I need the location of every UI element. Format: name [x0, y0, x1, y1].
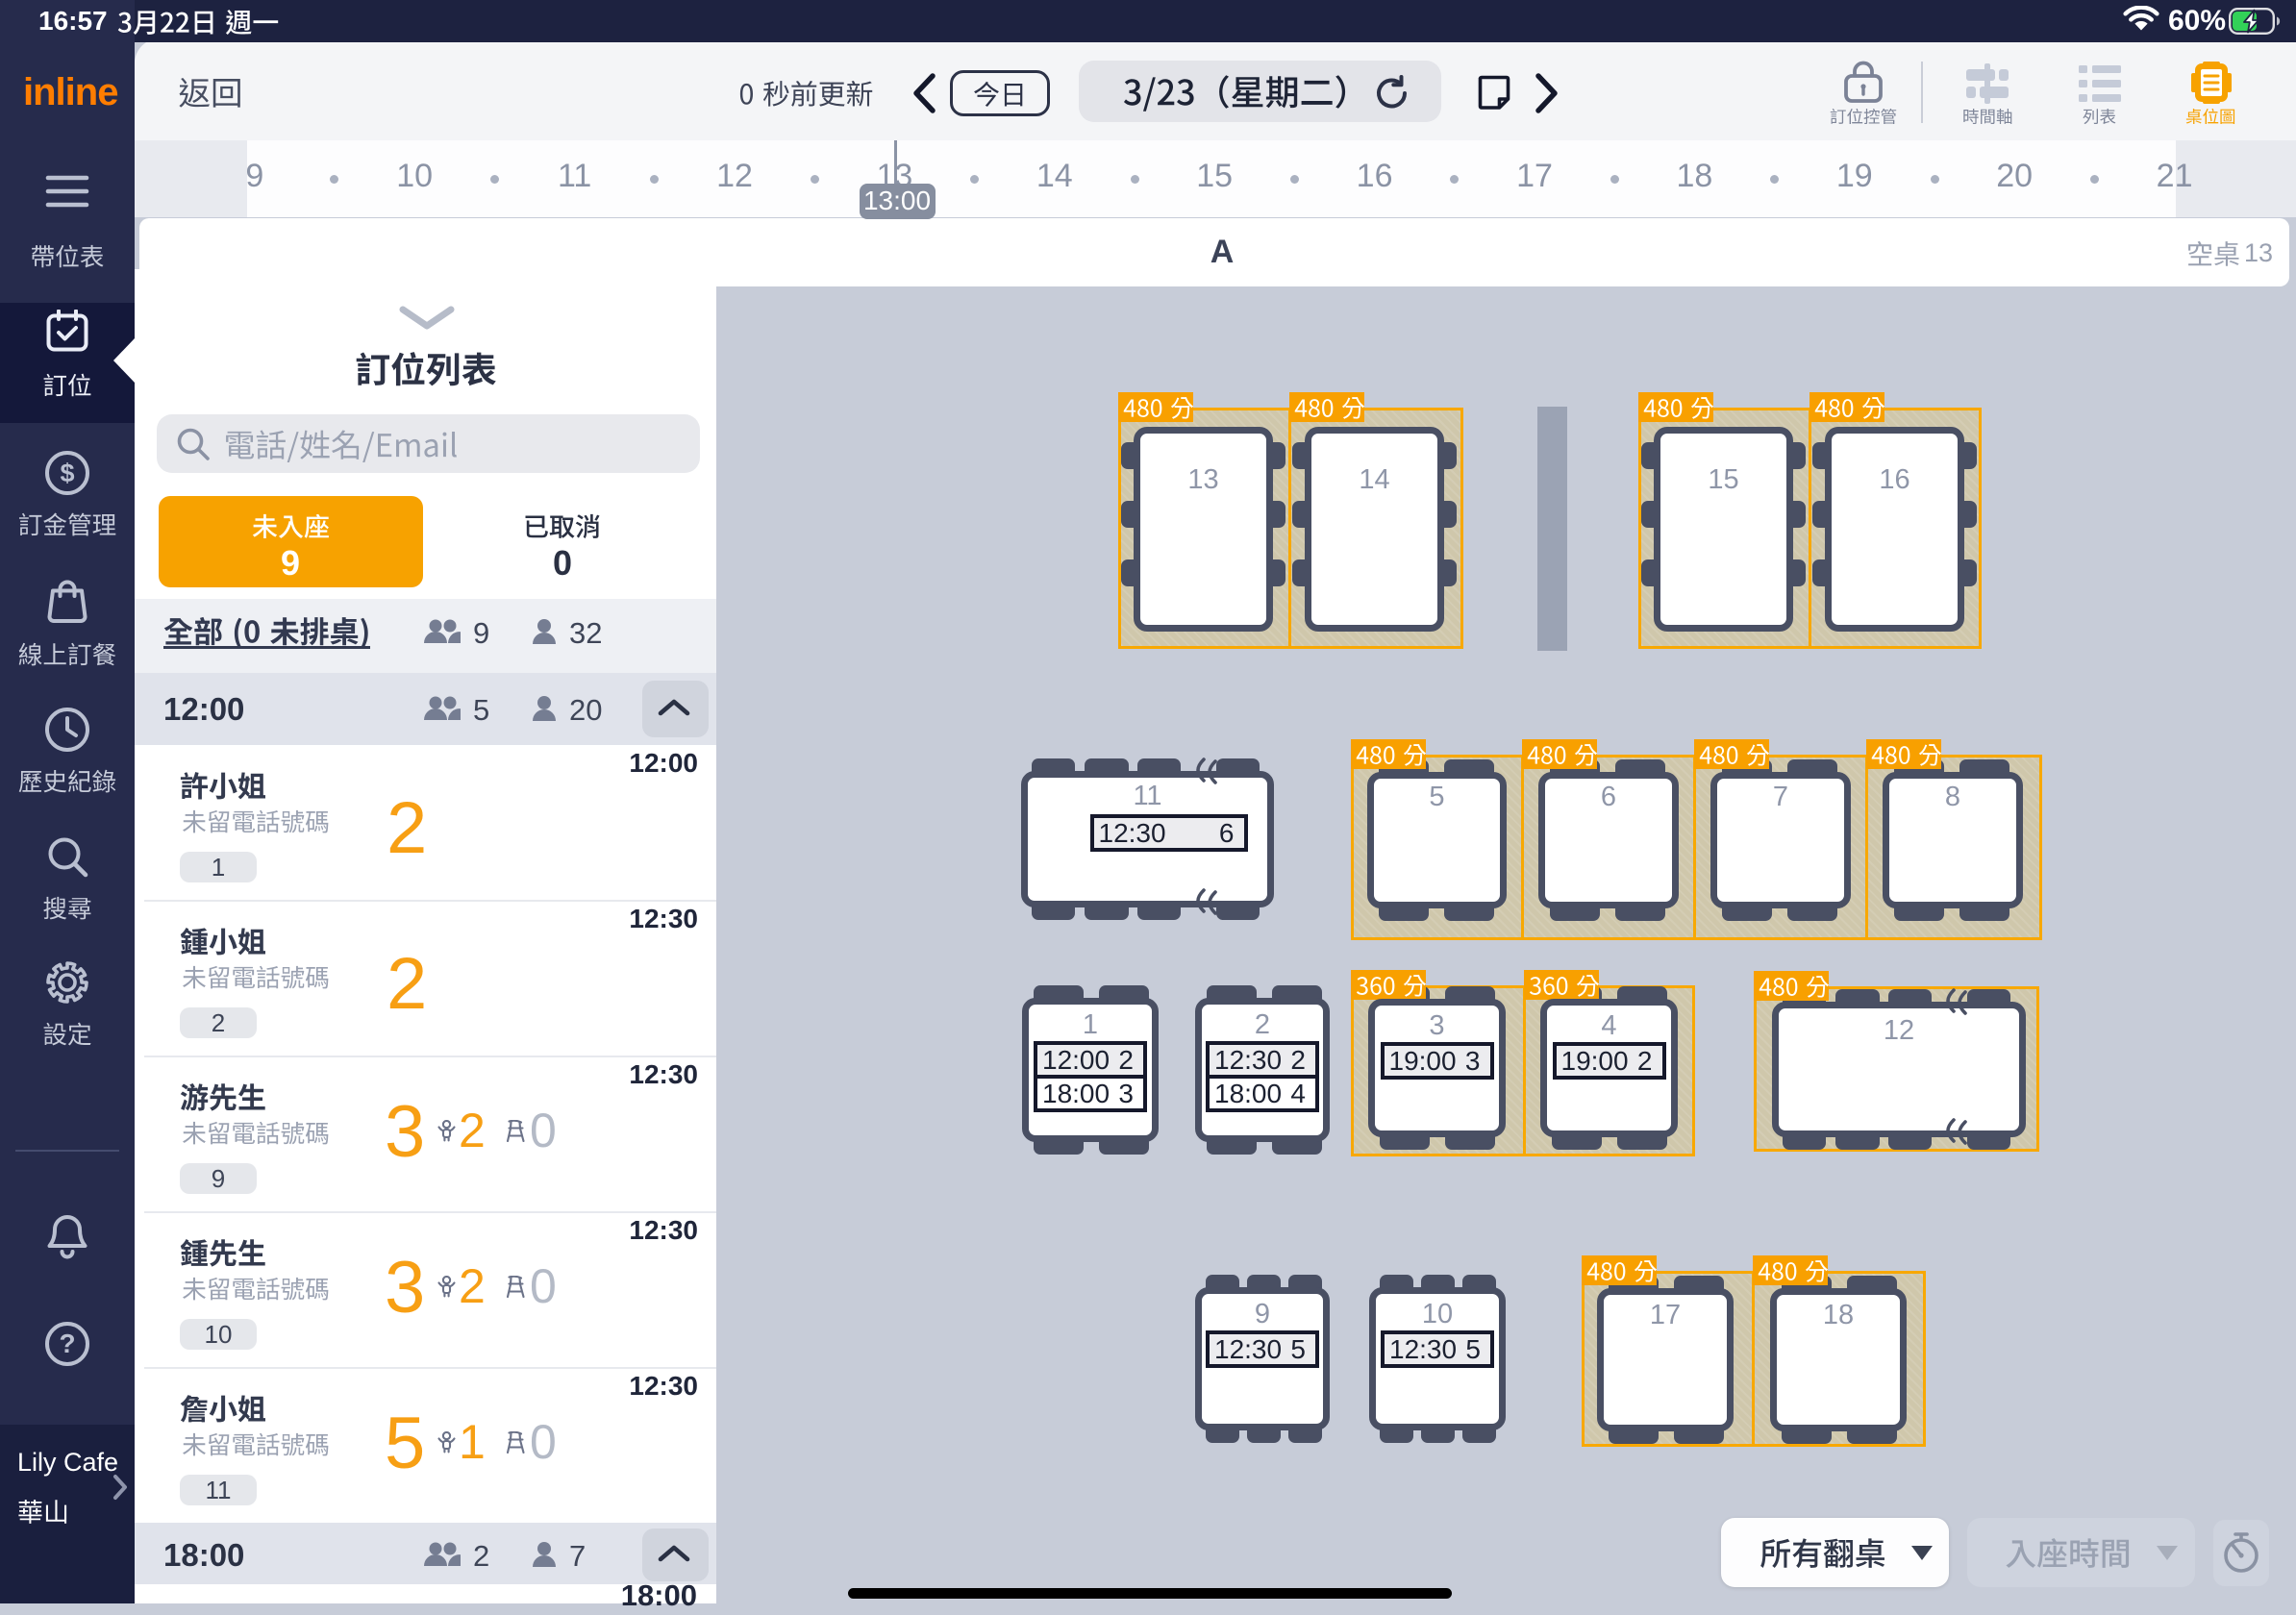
svg-text:?: ?: [59, 1329, 75, 1358]
svg-text:$: $: [60, 459, 74, 487]
